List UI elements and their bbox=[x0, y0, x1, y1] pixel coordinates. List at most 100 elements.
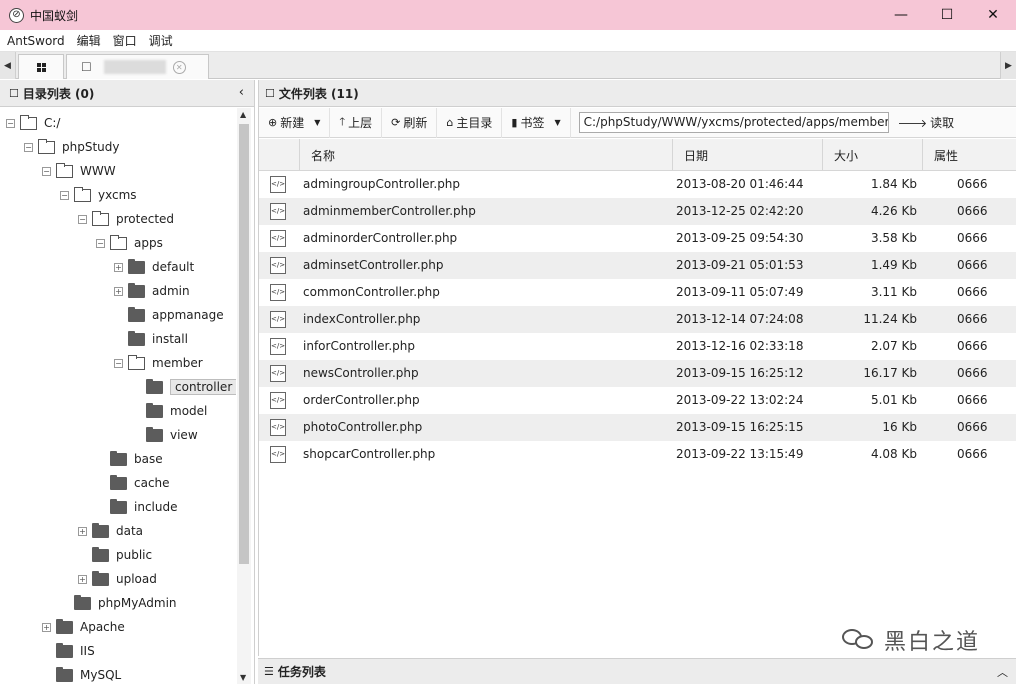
folder-icon bbox=[128, 282, 145, 298]
collapse-minus-icon[interactable]: − bbox=[6, 118, 15, 128]
file-size: 3.58 Kb bbox=[870, 231, 917, 245]
tree-item[interactable]: cache bbox=[96, 471, 170, 495]
file-row[interactable]: </> admingroupController.php 2013-08-20 01… bbox=[259, 171, 1016, 198]
folder-icon bbox=[128, 330, 145, 346]
tree-item[interactable]: + Apache bbox=[42, 615, 125, 639]
menu-antsword[interactable]: AntSword bbox=[7, 34, 65, 48]
tree-item-label: IIS bbox=[80, 644, 95, 658]
expand-plus-icon[interactable]: + bbox=[114, 286, 123, 296]
tree-item-label: yxcms bbox=[98, 188, 137, 202]
folder-outline-icon: ☐ bbox=[9, 86, 19, 100]
expand-plus-icon[interactable]: + bbox=[78, 574, 87, 584]
tab-home[interactable] bbox=[18, 54, 64, 79]
column-size[interactable]: 大小 bbox=[822, 139, 922, 171]
scrollbar-thumb[interactable] bbox=[239, 124, 249, 564]
home-button[interactable]: ⌂ 主目录 bbox=[437, 107, 503, 138]
tab-scroll-right-icon[interactable]: ▶ bbox=[1000, 52, 1016, 79]
file-date: 2013-09-11 05:07:49 bbox=[676, 285, 804, 299]
tree-item[interactable]: view bbox=[132, 423, 198, 447]
path-input[interactable]: C:/phpStudy/WWW/yxcms/protected/apps/mem… bbox=[578, 112, 889, 133]
tree-item[interactable]: − apps bbox=[96, 231, 163, 255]
expand-plus-icon[interactable]: + bbox=[42, 622, 51, 632]
tree-item[interactable]: controller bbox=[132, 375, 236, 399]
tree-item[interactable]: − yxcms bbox=[60, 183, 137, 207]
column-name[interactable]: 名称 bbox=[299, 139, 672, 171]
read-button[interactable]: 🡒 读取 bbox=[889, 108, 964, 138]
file-date: 2013-09-21 05:01:53 bbox=[676, 258, 804, 272]
menu-debug[interactable]: 调试 bbox=[149, 32, 173, 49]
file-row[interactable]: </> commonController.php 2013-09-11 05:07:… bbox=[259, 279, 1016, 306]
tab-scroll-left-icon[interactable]: ◀ bbox=[0, 52, 16, 79]
home-icon: ⌂ bbox=[446, 116, 454, 129]
file-panel: ☐ 文件列表 (11) ⊕ 新建 ▼ 🡑 上层 ⟳ 刷新 ⌂ 主目录 ▮ 书签 ▼ C:/ph… bbox=[258, 80, 1016, 656]
expand-plus-icon[interactable]: + bbox=[114, 262, 123, 272]
tree-item[interactable]: model bbox=[132, 399, 207, 423]
collapse-minus-icon[interactable]: − bbox=[60, 190, 69, 200]
tree-item[interactable]: public bbox=[78, 543, 152, 567]
collapse-minus-icon[interactable]: − bbox=[114, 358, 123, 368]
bookmark-button[interactable]: ▮ 书签 ▼ bbox=[502, 107, 571, 138]
tree-item[interactable]: − C:/ bbox=[6, 111, 60, 135]
file-permission: 0666 bbox=[957, 285, 988, 299]
tree-item[interactable]: appmanage bbox=[114, 303, 224, 327]
tree-item-label: C:/ bbox=[44, 116, 61, 130]
maximize-button[interactable]: ☐ bbox=[924, 0, 970, 30]
plus-circle-icon: ⊕ bbox=[268, 116, 278, 129]
tree-item[interactable]: + admin bbox=[114, 279, 190, 303]
menu-window[interactable]: 窗口 bbox=[113, 32, 137, 49]
collapse-left-icon[interactable]: ‹ bbox=[239, 85, 244, 100]
file-row[interactable]: </> shopcarController.php 2013-09-22 13:15… bbox=[259, 441, 1016, 468]
scroll-down-icon[interactable]: ▼ bbox=[240, 673, 246, 682]
expand-up-icon[interactable]: ︿ bbox=[997, 664, 1008, 680]
collapse-minus-icon[interactable]: − bbox=[24, 142, 33, 152]
file-row[interactable]: </> inforController.php 2013-12-16 02:33:1… bbox=[259, 333, 1016, 360]
file-row[interactable]: </> adminmemberController.php 2013-12-25 0… bbox=[259, 198, 1016, 225]
file-row[interactable]: </> photoController.php 2013-09-15 16:25:1… bbox=[259, 414, 1016, 441]
expand-plus-icon[interactable]: + bbox=[78, 526, 87, 536]
file-row[interactable]: </> orderController.php 2013-09-22 13:02:2… bbox=[259, 387, 1016, 414]
file-row[interactable]: </> adminorderController.php 2013-09-25 09… bbox=[259, 225, 1016, 252]
tree-item[interactable]: − phpStudy bbox=[24, 135, 120, 159]
file-permission: 0666 bbox=[957, 204, 988, 218]
tree-item[interactable]: + data bbox=[78, 519, 143, 543]
collapse-minus-icon[interactable]: − bbox=[96, 238, 105, 248]
tree-item[interactable]: base bbox=[96, 447, 163, 471]
refresh-icon: ⟳ bbox=[391, 116, 401, 129]
tree-item[interactable]: − protected bbox=[78, 207, 174, 231]
file-name: photoController.php bbox=[303, 420, 423, 434]
tree-item[interactable]: install bbox=[114, 327, 188, 351]
tree-item[interactable]: − member bbox=[114, 351, 203, 375]
tree-item[interactable]: IIS bbox=[42, 639, 95, 663]
tree-item[interactable]: include bbox=[96, 495, 177, 519]
tree-item[interactable]: − WWW bbox=[42, 159, 116, 183]
new-button[interactable]: ⊕ 新建 ▼ bbox=[259, 107, 331, 138]
folder-icon bbox=[110, 450, 127, 466]
php-file-icon: </> bbox=[270, 419, 286, 436]
tab-shell[interactable]: ☐ ✕ bbox=[66, 54, 209, 79]
column-attributes[interactable]: 属性 bbox=[922, 139, 1016, 171]
php-file-icon: </> bbox=[270, 446, 286, 463]
menu-edit[interactable]: 编辑 bbox=[77, 32, 101, 49]
tree-item[interactable]: + upload bbox=[78, 567, 157, 591]
folder-icon bbox=[56, 666, 73, 682]
file-permission: 0666 bbox=[957, 258, 988, 272]
file-date: 2013-12-16 02:33:18 bbox=[676, 339, 804, 353]
minimize-button[interactable]: — bbox=[878, 0, 924, 30]
column-date[interactable]: 日期 bbox=[672, 139, 822, 171]
tree-item[interactable]: MySQL bbox=[42, 663, 121, 684]
tree-item[interactable]: phpMyAdmin bbox=[60, 591, 177, 615]
refresh-button[interactable]: ⟳ 刷新 bbox=[382, 107, 438, 138]
tree-item[interactable]: + default bbox=[114, 255, 194, 279]
tab-close-icon[interactable]: ✕ bbox=[172, 60, 186, 74]
close-button[interactable]: ✕ bbox=[970, 0, 1016, 30]
folder-open-icon bbox=[92, 210, 109, 226]
collapse-minus-icon[interactable]: − bbox=[78, 214, 87, 224]
folder-open-icon bbox=[20, 114, 37, 130]
scroll-up-icon[interactable]: ▲ bbox=[240, 110, 246, 119]
file-row[interactable]: </> adminsetController.php 2013-09-21 05:0… bbox=[259, 252, 1016, 279]
file-row[interactable]: </> newsController.php 2013-09-15 16:25:12… bbox=[259, 360, 1016, 387]
tree-scrollbar[interactable]: ▲ ▼ bbox=[237, 108, 251, 684]
file-row[interactable]: </> indexController.php 2013-12-14 07:24:0… bbox=[259, 306, 1016, 333]
collapse-minus-icon[interactable]: − bbox=[42, 166, 51, 176]
up-button[interactable]: 🡑 上层 bbox=[330, 107, 383, 138]
